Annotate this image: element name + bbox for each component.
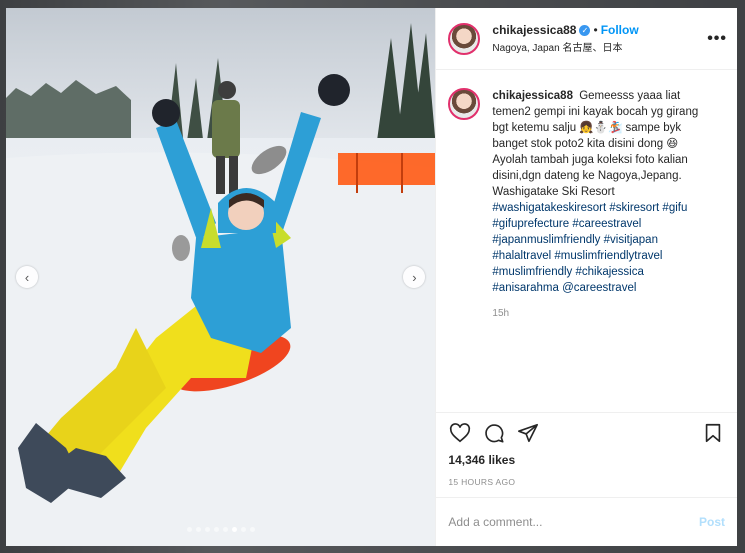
post-photo: ‹ › [6,8,436,546]
caption-username-link[interactable]: chikajessica88 [492,90,573,102]
carousel-indicators [6,527,435,532]
post-timestamp: 15 HOURS AGO [448,477,516,487]
action-bar [436,412,737,453]
share-icon[interactable] [516,421,540,445]
verified-badge-icon: ✓ [579,24,591,36]
header-text: chikajessica88 ✓ • Follow Nagoya, Japan … [492,23,707,54]
bookmark-icon[interactable] [701,421,725,445]
caption-area: chikajessica88 Gemeesss yaaa liat temen2… [436,70,737,412]
caption-timestamp: 15h [492,308,510,319]
comment-icon[interactable] [482,421,506,445]
location-link[interactable]: Nagoya, Japan 名古屋、日本 [492,39,707,54]
post-comment-button[interactable]: Post [699,515,725,529]
chevron-left-icon: ‹ [24,269,30,285]
likes-count[interactable]: 14,346 likes [436,453,737,471]
more-options-icon[interactable]: ••• [707,30,727,48]
separator-dot: • [593,23,598,37]
comment-input[interactable]: Add a comment... [448,515,699,529]
caption-hashtags[interactable]: #washigatakeskiresort #skiresort #gifu #… [492,202,687,294]
avatar[interactable] [448,22,481,55]
chevron-right-icon: › [412,269,417,285]
carousel-dot [231,527,237,532]
carousel-dot [222,527,228,532]
post-sidebar: chikajessica88 ✓ • Follow Nagoya, Japan … [435,8,737,546]
carousel-dot [213,527,219,532]
carousel-dot [186,527,192,532]
carousel-dot [240,527,246,532]
carousel-prev-button[interactable]: ‹ [16,266,38,288]
caption-body: chikajessica88 Gemeesss yaaa liat temen2… [492,88,707,412]
caption-avatar[interactable] [448,88,481,120]
carousel-dot [204,527,210,532]
follow-button[interactable]: Follow [601,23,639,37]
heart-icon[interactable] [448,421,472,445]
carousel-dot [195,527,201,532]
caption-text: Gemeesss yaaa liat temen2 gempi ini kaya… [492,90,699,198]
post-header: chikajessica88 ✓ • Follow Nagoya, Japan … [436,8,737,70]
post-modal: ‹ › chikajessica88 ✓ • Follow Nagoya, Ja… [6,8,737,546]
comment-bar: Add a comment... Post [436,497,737,546]
carousel-dot [249,527,255,532]
snow-scene-image [6,8,436,546]
username-link[interactable]: chikajessica88 [492,23,576,37]
